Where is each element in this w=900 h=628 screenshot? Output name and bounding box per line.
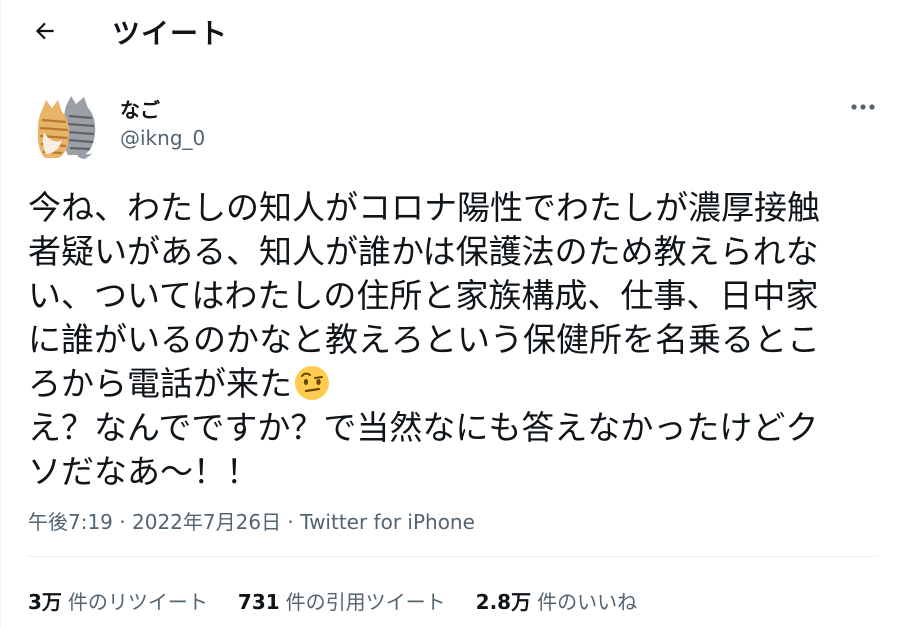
tweet-time-link[interactable]: 午後7:19 · 2022年7月26日 — [28, 510, 281, 534]
retweets-stat[interactable]: 3万 件のリツイート — [28, 586, 208, 615]
meta-separator: · — [112, 510, 132, 534]
page-header: ツイート — [0, 0, 900, 64]
tweet-line: ソだなあ〜！！ — [28, 452, 259, 491]
divider — [28, 556, 878, 557]
tweet-text: 今ね、わたしの知人がコロナ陽性でわたしが濃厚接触 者疑いがある、知人が誰かは保護… — [28, 186, 873, 494]
likes-count: 2.8万 — [475, 589, 532, 614]
retweets-label: 件のリツイート — [67, 589, 208, 614]
tweet-line: 今ね、わたしの知人がコロナ陽性でわたしが濃厚接触 — [28, 188, 820, 227]
more-button[interactable] — [846, 94, 880, 120]
avatar[interactable] — [28, 88, 104, 164]
back-button[interactable] — [28, 14, 62, 48]
arrow-left-icon — [35, 22, 54, 40]
column-border — [0, 0, 1, 628]
tweet-meta: 午後7:19 · 2022年7月26日 · Twitter for iPhone — [28, 506, 475, 535]
tweet-source-link[interactable]: Twitter for iPhone — [300, 510, 475, 534]
retweets-count: 3万 — [28, 589, 62, 614]
author-handle[interactable]: @ikng_0 — [120, 126, 205, 150]
tweet-line: 者疑いがある、知人が誰かは保護法のため教えられな — [28, 232, 819, 271]
tweet-date: 2022年7月26日 — [132, 510, 282, 534]
tweet-line: い、ついてはわたしの住所と家族構成、仕事、日中家 — [28, 276, 819, 315]
tweet-line-with-emoji: ろから電話が来た — [28, 362, 873, 406]
more-dots-icon — [851, 104, 875, 110]
likes-stat[interactable]: 2.8万 件のいいね — [476, 586, 637, 615]
tweet-line: え？なんでですか？で当然なにも答えなかったけどク — [28, 408, 819, 447]
author-name[interactable]: なご — [120, 94, 160, 123]
meta-separator: · — [281, 510, 301, 534]
likes-label: 件のいいね — [537, 589, 638, 614]
tweet-time: 午後7:19 — [28, 510, 113, 534]
quotes-count: 731 — [237, 589, 280, 614]
tweet-stats: 3万 件のリツイート 731 件の引用ツイート 2.8万 件のいいね — [28, 584, 667, 616]
quotes-label: 件の引用ツイート — [285, 589, 446, 614]
quotes-stat[interactable]: 731 件の引用ツイート — [238, 586, 446, 615]
tweet-line: に誰がいるのかなと教えろという保健所を名乗るとこ — [28, 320, 820, 359]
page-title: ツイート — [112, 17, 229, 50]
cats-avatar-image — [37, 96, 101, 160]
face-with-raised-eyebrow-icon — [295, 366, 329, 400]
tweet-line: ろから電話が来た — [28, 364, 292, 403]
